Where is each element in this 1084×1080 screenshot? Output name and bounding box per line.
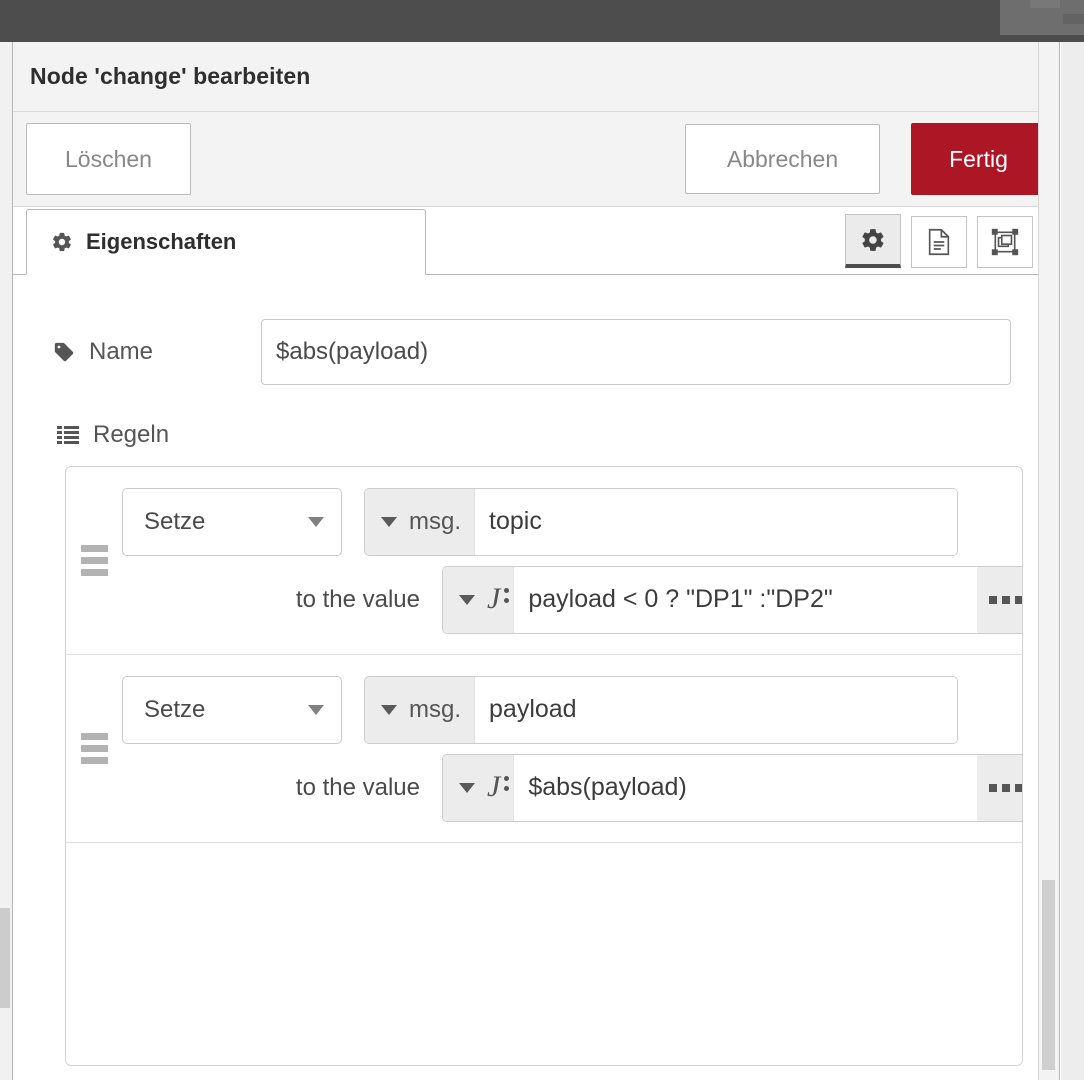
rule-target-line: Setze msg. topic bbox=[122, 487, 1022, 556]
rule-action-select[interactable]: Setze bbox=[122, 675, 342, 744]
ellipsis-icon bbox=[989, 783, 1022, 792]
palette-scrollbar-track[interactable] bbox=[0, 42, 12, 1080]
rule-property-input[interactable]: msg. topic bbox=[364, 487, 958, 556]
name-row: Name bbox=[13, 319, 1059, 385]
rule-value-type-select[interactable]: J bbox=[443, 754, 515, 821]
dialog-scrollbar-track[interactable] bbox=[1038, 42, 1059, 1080]
caret-down-icon bbox=[381, 704, 397, 715]
gear-icon bbox=[51, 231, 73, 253]
chevron-down-icon bbox=[308, 516, 324, 527]
tab-icon-group bbox=[845, 214, 1033, 268]
rule-drag-handle[interactable] bbox=[66, 733, 122, 764]
appearance-icon-button[interactable] bbox=[977, 216, 1033, 268]
cancel-button[interactable]: Abbrechen bbox=[685, 124, 880, 194]
rule-property-scope: msg. bbox=[409, 695, 462, 723]
rule-property-input[interactable]: msg. payload bbox=[364, 675, 958, 744]
delete-button[interactable]: Löschen bbox=[26, 123, 191, 195]
chevron-down-icon bbox=[308, 704, 324, 715]
page-scrollbar-track[interactable] bbox=[1061, 42, 1084, 1080]
rule-property-scope: msg. bbox=[409, 507, 462, 535]
rule-value-input[interactable]: J payload < 0 ? "DP1" :"DP2" bbox=[442, 565, 1022, 634]
editor-sidebar-button bbox=[1063, 14, 1084, 24]
shape-icon bbox=[991, 228, 1019, 256]
jsonata-icon: J bbox=[487, 583, 510, 614]
rule-row: Setze msg. topic to the value J payload … bbox=[66, 467, 1022, 655]
rule-action-value: Setze bbox=[144, 507, 206, 535]
rule-property-value[interactable]: payload bbox=[475, 676, 957, 743]
document-icon bbox=[927, 228, 951, 256]
description-icon-button[interactable] bbox=[911, 216, 967, 268]
rules-label: Regeln bbox=[13, 421, 1059, 449]
rule-value-expand-button[interactable] bbox=[977, 566, 1022, 633]
dialog-tab-bar: Eigenschaften bbox=[13, 207, 1059, 275]
palette-scrollbar-thumb[interactable] bbox=[0, 908, 10, 1008]
tab-eigenschaften[interactable]: Eigenschaften bbox=[26, 209, 426, 275]
rule-property-type-select[interactable]: msg. bbox=[365, 488, 476, 555]
rule-fields: Setze msg. topic to the value J payload … bbox=[122, 487, 1022, 634]
caret-down-icon bbox=[381, 516, 397, 527]
rule-value-input[interactable]: J $abs(payload) bbox=[442, 753, 1022, 822]
dialog-titlebar: Node 'change' bearbeiten bbox=[13, 42, 1059, 112]
gear-icon bbox=[860, 227, 886, 253]
properties-form: Name Regeln bbox=[13, 319, 1059, 1080]
jsonata-icon: J bbox=[487, 771, 510, 802]
rule-value-expression[interactable]: $abs(payload) bbox=[514, 754, 977, 821]
properties-icon-button[interactable] bbox=[845, 214, 901, 268]
caret-down-icon bbox=[459, 782, 475, 793]
editor-header-bar bbox=[0, 0, 1084, 42]
node-edit-dialog: Node 'change' bearbeiten Löschen Abbrech… bbox=[12, 42, 1060, 1080]
name-label-text: Name bbox=[89, 338, 154, 365]
name-label: Name bbox=[53, 338, 261, 366]
tab-label: Eigenschaften bbox=[86, 229, 237, 254]
rule-property-value[interactable]: topic bbox=[475, 488, 957, 555]
done-button[interactable]: Fertig bbox=[911, 123, 1046, 195]
ellipsis-icon bbox=[989, 595, 1022, 604]
rule-value-expression[interactable]: payload < 0 ? "DP1" :"DP2" bbox=[514, 566, 977, 633]
editor-sidebar-tab-strip bbox=[1030, 0, 1060, 8]
page-title: Node 'change' bearbeiten bbox=[30, 63, 311, 89]
rules-label-text: Regeln bbox=[93, 421, 170, 448]
to-the-value-label: to the value bbox=[295, 773, 420, 801]
drag-handle-icon bbox=[80, 733, 108, 764]
rule-action-select[interactable]: Setze bbox=[122, 487, 342, 556]
caret-down-icon bbox=[459, 594, 475, 605]
to-the-value-label: to the value bbox=[295, 585, 420, 613]
tag-icon bbox=[53, 341, 75, 363]
rule-action-value: Setze bbox=[144, 695, 206, 723]
rule-value-line: to the value J $abs(payload) bbox=[122, 753, 1022, 822]
drag-handle-icon bbox=[80, 545, 108, 576]
rule-row: Setze msg. payload to the value J $abs(p… bbox=[66, 655, 1022, 843]
name-input[interactable] bbox=[261, 319, 1011, 385]
dialog-button-bar: Löschen Abbrechen Fertig bbox=[13, 112, 1059, 207]
list-icon bbox=[57, 425, 79, 445]
rule-drag-handle[interactable] bbox=[66, 545, 122, 576]
rule-value-expand-button[interactable] bbox=[977, 754, 1022, 821]
rule-value-type-select[interactable]: J bbox=[443, 566, 515, 633]
rules-container: Setze msg. topic to the value J payload … bbox=[65, 466, 1023, 1066]
rule-property-type-select[interactable]: msg. bbox=[365, 676, 476, 743]
dialog-scrollbar-thumb[interactable] bbox=[1042, 880, 1055, 1070]
node-red-editor: Node 'change' bearbeiten Löschen Abbrech… bbox=[0, 0, 1084, 1080]
rule-value-line: to the value J payload < 0 ? "DP1" :"DP2… bbox=[122, 565, 1022, 634]
rule-fields: Setze msg. payload to the value J $abs(p… bbox=[122, 675, 1022, 822]
rule-target-line: Setze msg. payload bbox=[122, 675, 1022, 744]
